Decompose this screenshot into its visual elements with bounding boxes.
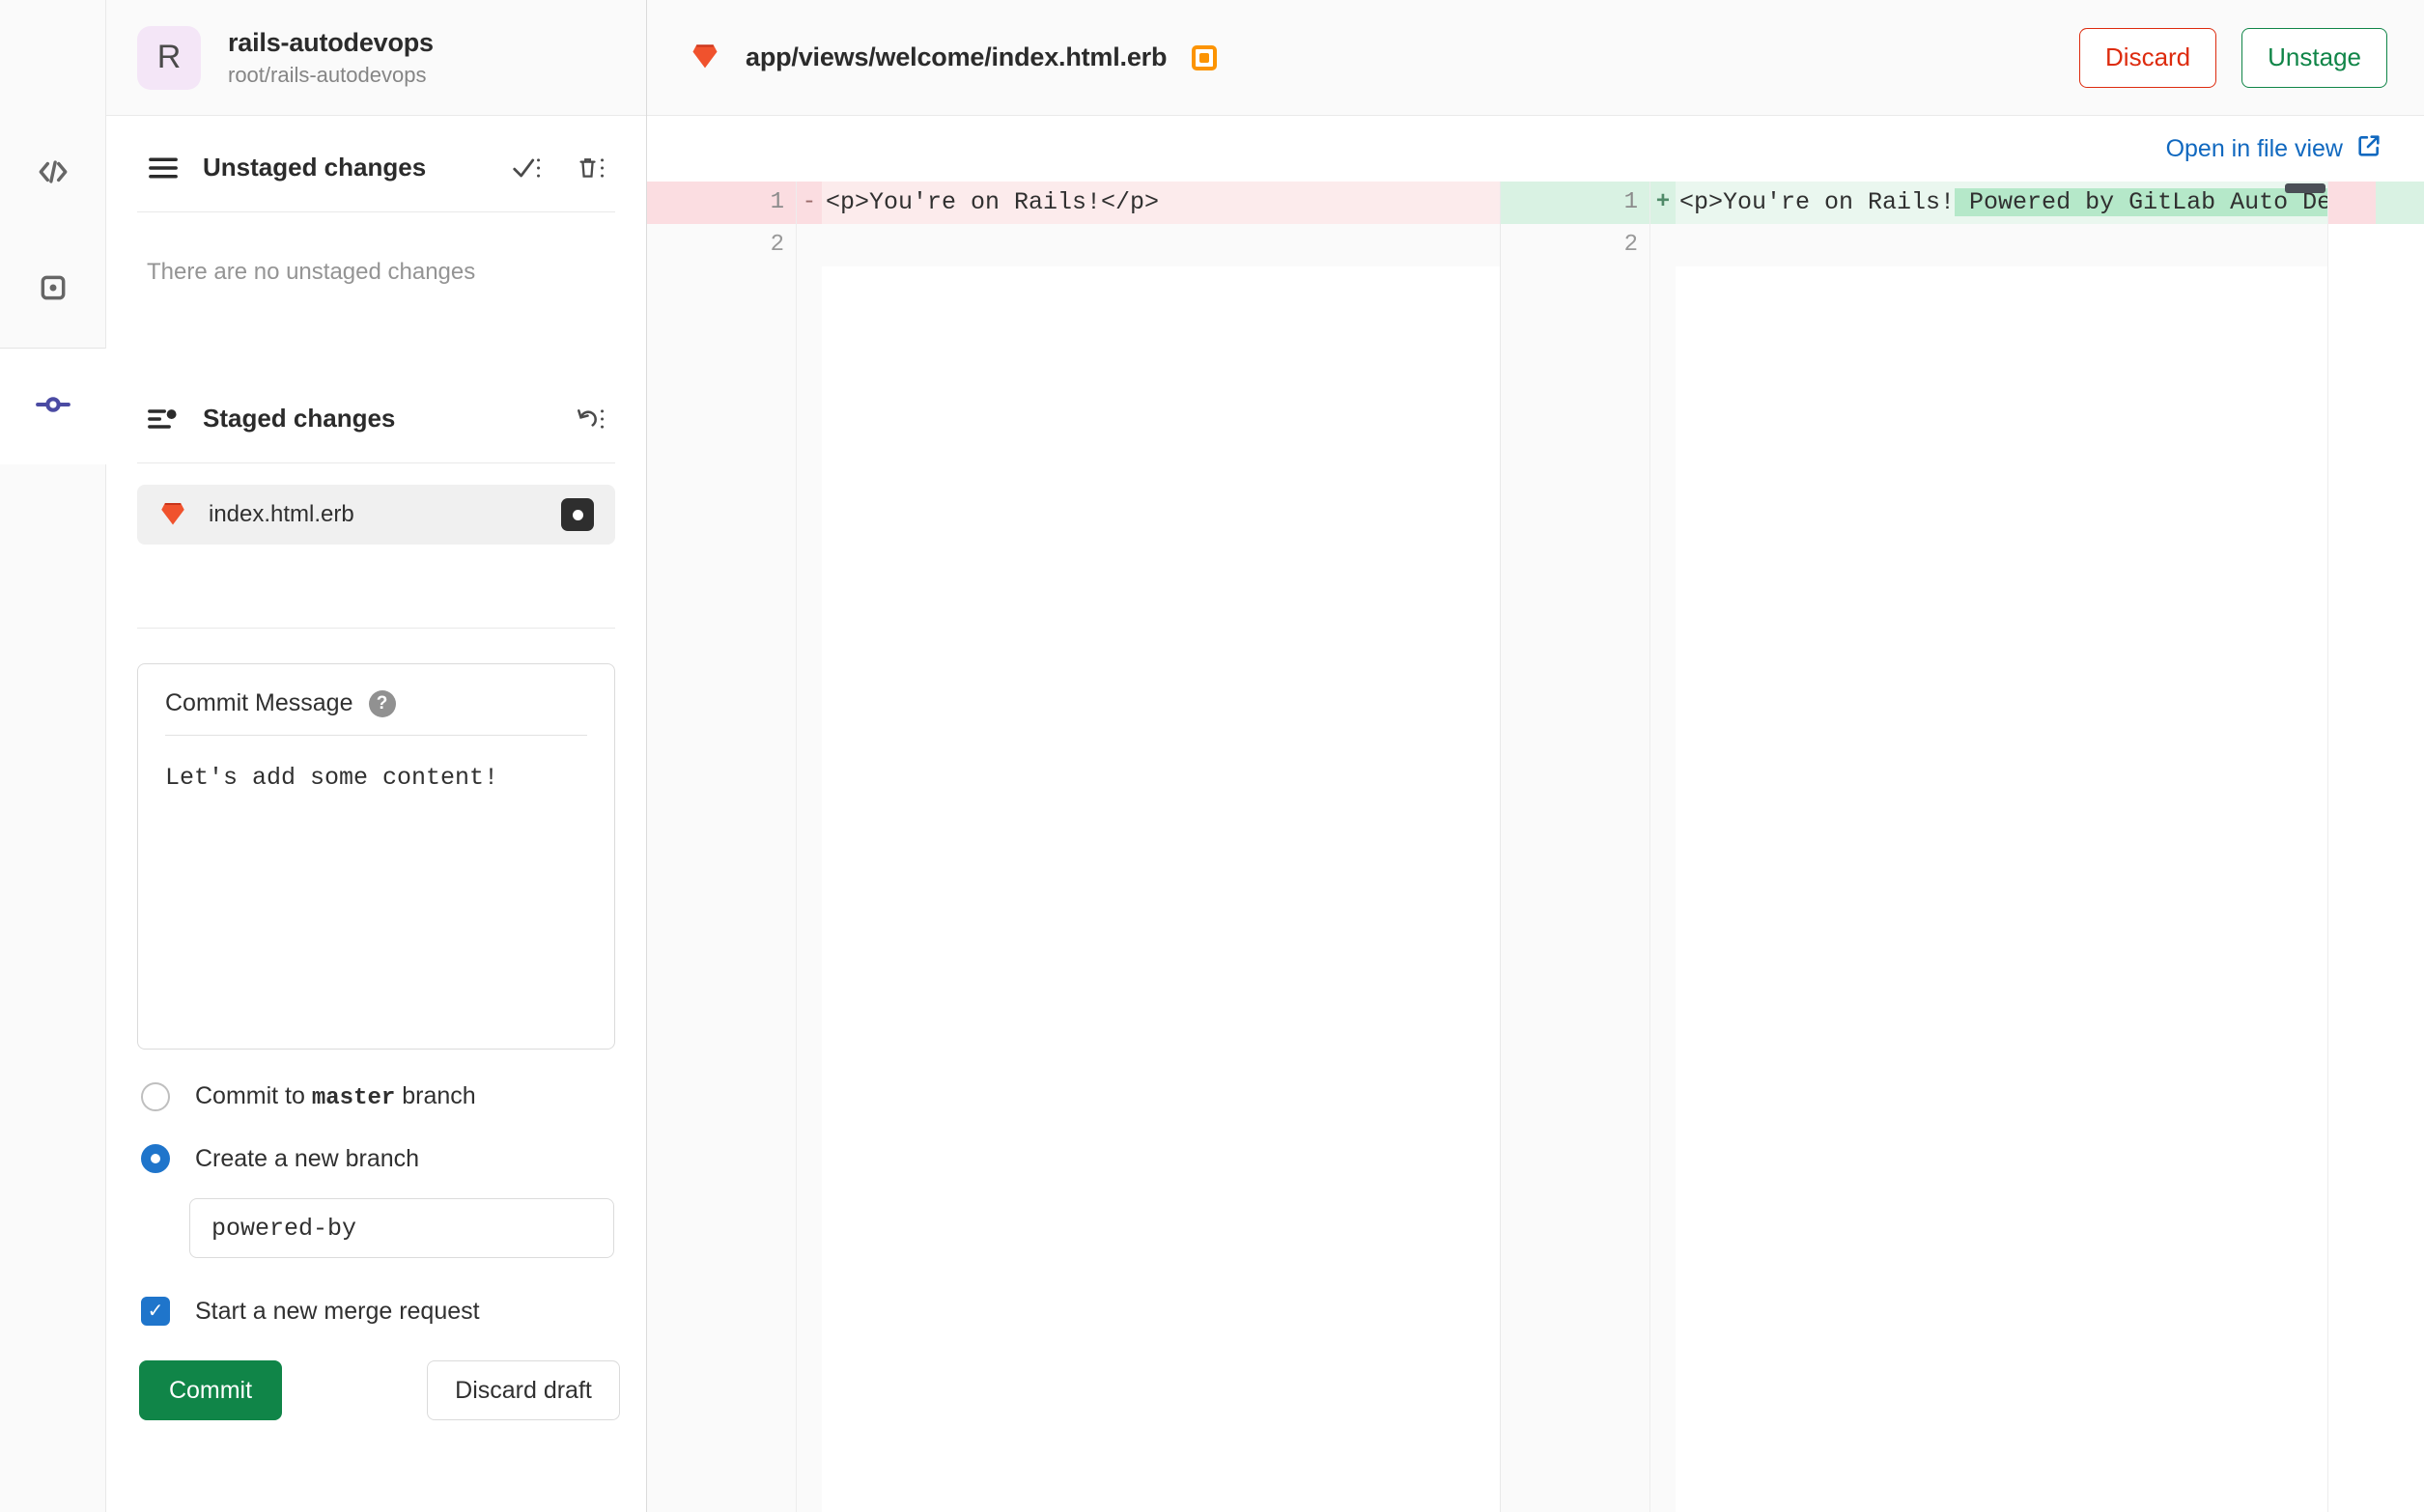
checkbox-start-merge-request[interactable]: ✓: [141, 1297, 170, 1326]
external-link-icon: [2356, 133, 2382, 165]
staged-spacer: [137, 545, 615, 628]
commit-sidebar: R rails-autodevops root/rails-autodevops…: [106, 0, 647, 1512]
code-line: <p>You're on Rails! Powered by GitLab Au…: [1676, 182, 2424, 224]
strip-cell: [647, 182, 719, 224]
original-left-strip: [647, 182, 719, 1512]
sidebar-body: Unstaged changes There are no unstaged c…: [106, 116, 646, 1512]
file-path: app/views/welcome/index.html.erb: [746, 42, 1168, 71]
project-avatar: R: [137, 25, 201, 90]
original-line-numbers: 1 2: [719, 182, 797, 1512]
line-number: 2: [770, 232, 784, 258]
staged-status-badge: [1192, 44, 1218, 70]
project-header: R rails-autodevops root/rails-autodevops: [106, 0, 646, 116]
activity-bar: [0, 0, 106, 1512]
diff-marker: [797, 224, 822, 266]
master-branch-name: master: [311, 1085, 396, 1111]
merge-request-label: Start a new merge request: [195, 1297, 480, 1325]
diff-marker: -: [797, 182, 822, 224]
option-commit-to-master[interactable]: Commit to master branch: [137, 1082, 615, 1111]
line-number: 1: [1573, 182, 1649, 224]
staged-file-name: index.html.erb: [209, 501, 354, 527]
commit-message-label: Commit Message: [165, 689, 353, 716]
open-in-file-view-link[interactable]: Open in file view: [2166, 133, 2382, 165]
strip-cell: [647, 224, 719, 266]
minimap-deletion-marker: [2328, 182, 2376, 224]
modified-code-column[interactable]: <p>You're on Rails! Powered by GitLab Au…: [1676, 182, 2424, 1512]
code-unchanged-pre: <p>You're on Rails!: [1679, 188, 1956, 216]
commit-form-divider: [137, 628, 615, 629]
radio-create-new-branch[interactable]: [141, 1144, 170, 1173]
diff-marker: +: [1650, 182, 1676, 224]
radio-commit-to-master[interactable]: [141, 1082, 170, 1111]
project-identity: rails-autodevops root/rails-autodevops: [228, 28, 434, 88]
original-markers: -: [797, 182, 822, 1512]
commit-message-input[interactable]: Let's add some content!: [138, 736, 614, 1049]
diff-pane-modified: 1 2 + <p>You're on Rails! Powered by Git…: [1501, 182, 2424, 1512]
code-line: [822, 224, 1500, 266]
discard-all-icon[interactable]: [577, 155, 606, 181]
unstaged-actions: [513, 155, 606, 181]
rail-item-commit-mode[interactable]: [0, 349, 106, 464]
diff-viewer: 1 2 - <p>You're on Rails!</p> 1 2 + <p>Y…: [647, 182, 2424, 1512]
commit-button[interactable]: Commit: [139, 1360, 282, 1420]
discard-draft-button[interactable]: Discard draft: [427, 1360, 620, 1420]
file-header: app/views/welcome/index.html.erb Discard…: [647, 0, 2424, 116]
commit-message-box[interactable]: Commit Message ? Let's add some content!: [137, 663, 615, 1050]
unstage-all-icon[interactable]: [577, 406, 606, 432]
code-icon: [37, 155, 70, 193]
commit-icon: [35, 386, 71, 428]
file-status-badge: [561, 498, 594, 531]
staged-changes-header: Staged changes: [137, 367, 615, 462]
original-code-column[interactable]: <p>You're on Rails!</p>: [822, 182, 1500, 1512]
diff-pane-original: 1 2 - <p>You're on Rails!</p>: [647, 182, 1501, 1512]
merge-request-option[interactable]: ✓ Start a new merge request: [137, 1297, 615, 1326]
unstaged-changes-title: Unstaged changes: [203, 153, 427, 182]
help-icon[interactable]: ?: [368, 689, 396, 717]
ruby-file-icon: [158, 498, 187, 532]
option-commit-to-master-label: Commit to master branch: [195, 1082, 476, 1111]
code-line: <p>You're on Rails!</p>: [822, 182, 1500, 224]
line-number: 1: [719, 182, 796, 224]
strip-cell: [1501, 224, 1573, 266]
overview-addition-marker: [2376, 182, 2424, 224]
option-create-new-branch-label: Create a new branch: [195, 1144, 420, 1172]
staged-list-icon: [147, 407, 180, 431]
stage-all-icon[interactable]: [513, 155, 542, 181]
code-line: [1676, 224, 2327, 266]
hamburger-icon: [147, 156, 180, 180]
modified-markers: +: [1650, 182, 1676, 1512]
staged-actions: [577, 406, 606, 432]
discard-button[interactable]: Discard: [2079, 27, 2217, 88]
project-name: rails-autodevops: [228, 27, 434, 57]
option-create-new-branch[interactable]: Create a new branch: [137, 1144, 615, 1173]
diff-scrollbar-thumb[interactable]: [2285, 183, 2325, 193]
open-in-file-view-label: Open in file view: [2165, 134, 2343, 162]
rail-item-edit-mode[interactable]: [0, 116, 105, 232]
strip-cell: [1501, 182, 1573, 224]
unstage-button[interactable]: Unstage: [2241, 27, 2387, 88]
unstaged-empty-message: There are no unstaged changes: [147, 259, 476, 285]
diff-marker: [1650, 224, 1676, 266]
rail-item-review-mode[interactable]: [0, 232, 105, 348]
diff-overview-ruler: [2376, 182, 2424, 1512]
staged-square-icon: [38, 272, 69, 308]
line-number: 2: [1623, 232, 1638, 258]
ruby-file-icon: [690, 40, 720, 75]
web-ide-app: R rails-autodevops root/rails-autodevops…: [0, 0, 2424, 1512]
staged-divider: [137, 462, 615, 463]
branch-name-input[interactable]: powered-by: [189, 1198, 614, 1258]
commit-actions: Commit Discard draft: [137, 1360, 620, 1420]
diff-minimap[interactable]: [2285, 182, 2376, 1512]
staged-changes-title: Staged changes: [203, 404, 396, 433]
modified-left-strip: [1501, 182, 1573, 1512]
modified-line-numbers: 1 2: [1573, 182, 1650, 1512]
project-path: root/rails-autodevops: [228, 62, 427, 87]
commit-message-label-row: Commit Message ?: [138, 664, 614, 735]
unstaged-changes-header: Unstaged changes: [137, 116, 615, 211]
file-header-actions: Discard Unstage: [2079, 27, 2387, 88]
main-panel: app/views/welcome/index.html.erb Discard…: [647, 0, 2424, 1512]
open-in-file-view-bar: Open in file view: [647, 116, 2424, 182]
staged-file-item[interactable]: index.html.erb: [137, 485, 615, 545]
